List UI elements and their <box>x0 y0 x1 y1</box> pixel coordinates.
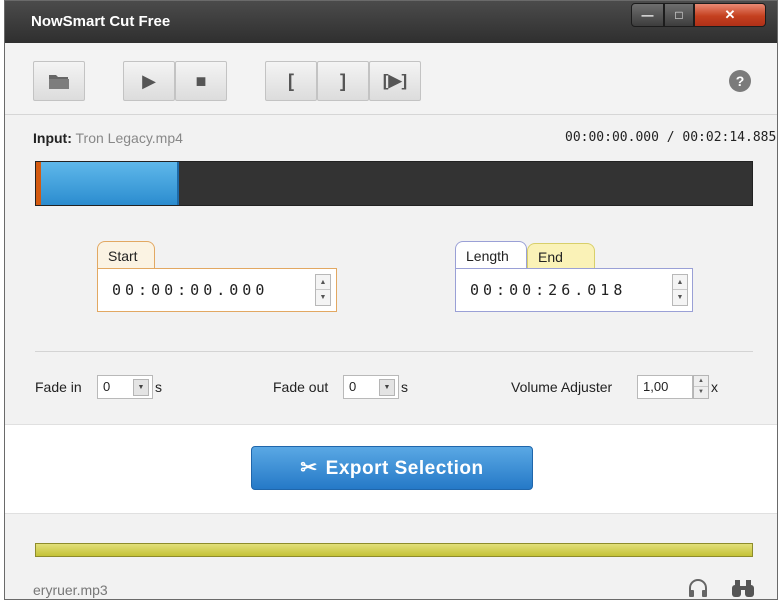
export-selection-button[interactable]: ✂ Export Selection <box>251 446 533 490</box>
close-button[interactable]: ✕ <box>694 3 766 27</box>
headphones-icon[interactable] <box>687 578 709 598</box>
title-bar: NowSmart Cut Free — □ ✕ <box>5 1 777 43</box>
volume-unit: x <box>711 379 718 395</box>
toolbar: ▶ ■ [ ] [▶] ? <box>5 43 777 115</box>
app-window: NowSmart Cut Free — □ ✕ ▶ ■ [ ] [▶] ? In… <box>4 0 778 600</box>
volume-field[interactable]: 1,00 <box>637 375 693 399</box>
volume-label: Volume Adjuster <box>511 379 613 395</box>
help-icon[interactable]: ? <box>729 70 751 92</box>
input-filename: Tron Legacy.mp4 <box>75 130 183 146</box>
fade-in-unit: s <box>155 379 162 395</box>
fade-in-dropdown[interactable]: ▼ <box>133 379 149 396</box>
fade-out-label: Fade out <box>273 379 329 395</box>
output-filename: eryruer.mp3 <box>33 582 108 598</box>
chevron-down-icon[interactable]: ▼ <box>694 387 708 398</box>
length-time-stepper[interactable]: ▲ ▼ <box>672 274 688 306</box>
position-timecode: 00:00:00.000 / 00:02:14.885 <box>565 130 777 145</box>
length-time-field[interactable]: 00:00:26.018 ▲ ▼ <box>455 268 693 312</box>
play-button[interactable]: ▶ <box>123 61 175 101</box>
minimize-button[interactable]: — <box>631 3 664 27</box>
start-time-stepper[interactable]: ▲ ▼ <box>315 274 331 306</box>
volume-stepper[interactable]: ▲ ▼ <box>693 375 709 399</box>
chevron-up-icon[interactable]: ▲ <box>694 376 708 387</box>
tab-length[interactable]: Length <box>455 241 527 269</box>
output-progress-bar <box>35 543 753 557</box>
folder-icon <box>49 75 69 89</box>
start-time-value[interactable]: 00:00:00.000 <box>112 281 268 299</box>
mark-in-button[interactable]: [ <box>265 61 317 101</box>
chevron-down-icon[interactable]: ▼ <box>316 290 330 305</box>
start-time-field[interactable]: 00:00:00.000 ▲ ▼ <box>97 268 337 312</box>
timeline[interactable] <box>35 161 753 206</box>
chevron-up-icon[interactable]: ▲ <box>316 275 330 290</box>
window-title: NowSmart Cut Free <box>31 13 171 30</box>
input-info: Input: Tron Legacy.mp4 <box>33 130 183 146</box>
chevron-up-icon[interactable]: ▲ <box>673 275 687 290</box>
export-panel: ✂ Export Selection <box>5 424 777 514</box>
timeline-selection[interactable] <box>41 162 180 205</box>
chevron-down-icon[interactable]: ▼ <box>673 290 687 305</box>
tab-end[interactable]: End <box>527 243 595 269</box>
mark-out-button[interactable]: ] <box>317 61 369 101</box>
divider <box>35 351 753 352</box>
stop-button[interactable]: ■ <box>175 61 227 101</box>
scissors-icon: ✂ <box>300 457 318 479</box>
input-label: Input: <box>33 130 72 146</box>
tab-start[interactable]: Start <box>97 241 155 269</box>
fade-out-unit: s <box>401 379 408 395</box>
fade-out-dropdown[interactable]: ▼ <box>379 379 395 396</box>
export-label: Export Selection <box>325 458 484 479</box>
play-selection-button[interactable]: [▶] <box>369 61 421 101</box>
binoculars-icon[interactable] <box>731 578 755 598</box>
open-file-button[interactable] <box>33 61 85 101</box>
maximize-button[interactable]: □ <box>664 3 694 27</box>
length-time-value[interactable]: 00:00:26.018 <box>470 281 626 299</box>
fade-in-label: Fade in <box>35 379 82 395</box>
